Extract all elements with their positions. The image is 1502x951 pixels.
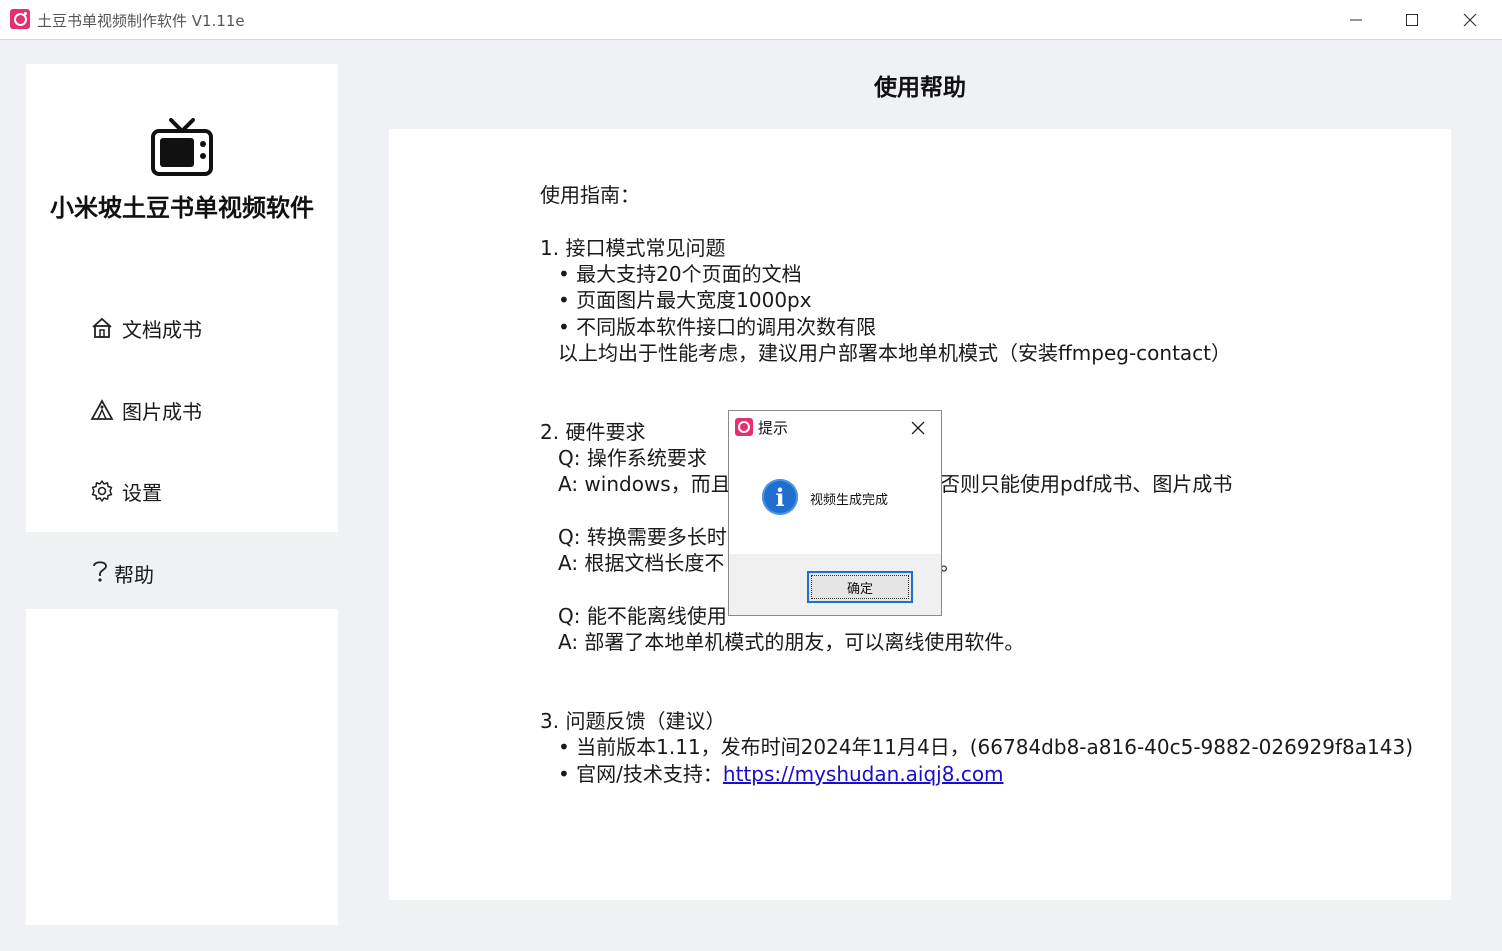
help-line: Q: 能不能离线使用 [558,604,727,628]
home-icon [90,316,114,340]
help-line-label: • 官网/技术支持： [558,762,723,786]
help-line: Q: 操作系统要求 [558,446,707,470]
dialog-message: 视频生成完成 [810,493,889,508]
title-bar: 土豆书单视频制作软件 V1.11e [0,0,1502,40]
info-dialog: 提示 i 视频生成完成 确定 [728,410,942,616]
help-line: A: windows，而且 [558,472,731,496]
sidebar-item-label: 图片成书 [122,399,202,424]
page-title: 使用帮助 [874,75,966,101]
help-line: 2. 硬件要求 [540,420,646,444]
help-line: 1. 接口模式常见问题 [540,236,726,260]
maximize-button[interactable] [1383,0,1441,40]
help-line: • 不同版本软件接口的调用次数有限 [558,315,877,339]
dialog-title: 提示 [758,419,789,437]
window-title: 土豆书单视频制作软件 V1.11e [37,12,245,30]
dialog-close-button[interactable] [911,415,925,440]
info-icon: i [762,479,798,515]
sidebar-item-settings[interactable]: 设置 [90,475,162,507]
image-book-icon [90,398,114,422]
help-line: 使用指南： [540,183,640,207]
question-icon [90,559,110,588]
app-icon [735,418,753,436]
help-line: A: 部署了本地单机模式的朋友，可以离线使用软件。 [558,630,1025,654]
help-line: Q: 转换需要多长时 [558,525,727,549]
sidebar-panel: 小米坡土豆书单视频软件 文档成书 图片成书 设置 [26,64,338,532]
gear-icon [90,479,114,503]
sidebar-item-label: 设置 [122,480,162,505]
ok-button[interactable]: 确定 [807,571,913,603]
help-line: 3. 问题反馈（建议） [540,709,726,733]
dialog-footer: 确定 [729,554,941,615]
sidebar-item-label: 帮助 [114,562,154,587]
sidebar-item-image-to-book[interactable]: 图片成书 [90,394,202,426]
minimize-icon [1350,19,1362,21]
tv-icon [151,118,213,176]
help-line: • 最大支持20个页面的文档 [558,262,802,286]
sidebar-item-doc-to-book[interactable]: 文档成书 [90,312,202,344]
help-line: A: 根据文档长度不 [558,551,725,575]
sidebar-item-label: 文档成书 [122,317,202,342]
close-button[interactable] [1441,0,1499,40]
sidebar-item-help[interactable]: 帮助 [90,557,154,589]
sidebar-lower-panel [26,609,338,925]
maximize-icon [1406,14,1418,26]
close-icon [1463,13,1477,27]
brand-name: 小米坡土豆书单视频软件 [50,194,314,222]
help-line: • 官网/技术支持：https://myshudan.aiqj8.com [558,761,1004,787]
help-line: • 当前版本1.11，发布时间2024年11月4日，(66784db8-a816… [558,735,1414,759]
help-line: • 页面图片最大宽度1000px [558,288,812,312]
help-line: 否则只能使用pdf成书、图片成书 [940,472,1233,496]
help-line: 以上均出于性能考虑，建议用户部署本地单机模式（安装ffmpeg-contact） [558,341,1232,365]
app-icon [10,9,30,29]
close-icon [911,421,925,435]
minimize-button[interactable] [1327,0,1385,40]
website-link[interactable]: https://myshudan.aiqj8.com [723,762,1004,786]
help-line: 。 [940,551,960,575]
